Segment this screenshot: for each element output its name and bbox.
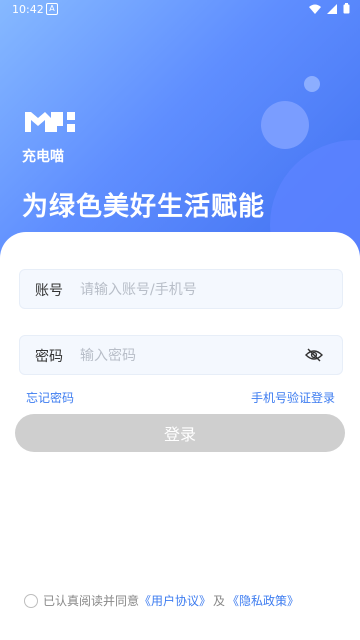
privacy-policy-link[interactable]: 《隐私政策》 bbox=[227, 592, 299, 609]
forgot-password-link[interactable]: 忘记密码 bbox=[26, 389, 74, 406]
account-input[interactable] bbox=[78, 278, 302, 302]
wifi-icon bbox=[309, 4, 321, 14]
decor-circle-small bbox=[304, 76, 320, 92]
account-label: 账号 bbox=[35, 283, 63, 299]
account-field[interactable]: 账号 bbox=[19, 269, 343, 309]
password-label: 密码 bbox=[35, 349, 63, 365]
status-bar: 10:42 A bbox=[0, 0, 360, 20]
decor-circle-medium bbox=[261, 101, 309, 149]
signal-icon bbox=[327, 3, 337, 14]
hero-banner: 充电喵 为绿色美好生活赋能 bbox=[0, 0, 360, 270]
user-agreement-link[interactable]: 《用户协议》 bbox=[139, 592, 211, 609]
eye-off-icon[interactable] bbox=[305, 347, 323, 363]
agreement-checkbox[interactable] bbox=[24, 593, 38, 608]
app-logo-text: 充电喵 bbox=[22, 149, 64, 165]
battery-icon bbox=[343, 3, 350, 14]
sms-login-link[interactable]: 手机号验证登录 bbox=[251, 389, 335, 406]
hero-slogan: 为绿色美好生活赋能 bbox=[22, 192, 266, 222]
status-time: 10:42 bbox=[12, 3, 44, 16]
agreement-and: 及 bbox=[213, 594, 226, 608]
password-input[interactable] bbox=[78, 344, 302, 368]
password-field[interactable]: 密码 bbox=[19, 335, 343, 375]
status-icons bbox=[309, 3, 350, 14]
login-button[interactable]: 登录 bbox=[15, 414, 345, 452]
agreement-row: 已认真阅读并同意 《用户协议》 及 《隐私政策》 bbox=[24, 592, 299, 609]
a-app-icon: A bbox=[46, 3, 58, 15]
agreement-prefix: 已认真阅读并同意 bbox=[43, 594, 140, 608]
